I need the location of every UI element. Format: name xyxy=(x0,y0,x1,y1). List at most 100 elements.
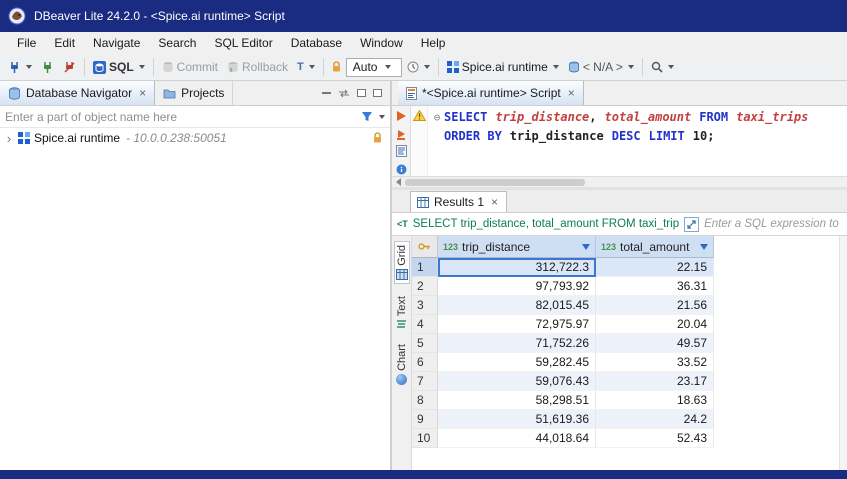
grid-cell[interactable]: 59,282.45 xyxy=(438,353,596,372)
grid-vertical-scrollbar[interactable] xyxy=(839,236,847,470)
grid-cell[interactable]: 36.31 xyxy=(596,277,714,296)
rollback-button[interactable]: Rollback xyxy=(223,58,292,76)
row-number[interactable]: 7 xyxy=(412,372,438,391)
link-editor-icon[interactable] xyxy=(338,89,350,98)
column-header-total-amount[interactable]: 123 total_amount xyxy=(596,236,714,258)
filter-expression-input[interactable] xyxy=(704,218,842,230)
row-number[interactable]: 2 xyxy=(412,277,438,296)
object-filter-input[interactable] xyxy=(5,110,357,124)
grid-row-1[interactable]: 1 312,722.3 22.15 xyxy=(412,258,847,277)
tab-sql-script[interactable]: *<Spice.ai runtime> Script × xyxy=(398,81,584,105)
title-bar[interactable]: DBeaver Lite 24.2.0 - <Spice.ai runtime>… xyxy=(0,0,847,32)
row-number[interactable]: 1 xyxy=(412,258,438,277)
commit-mode-select[interactable]: Auto xyxy=(346,58,402,77)
commit-button[interactable]: Commit xyxy=(158,58,222,76)
grid-cell[interactable]: 22.15 xyxy=(596,258,714,277)
grid-cell[interactable]: 97,793.92 xyxy=(438,277,596,296)
grid-cell[interactable]: 59,076.43 xyxy=(438,372,596,391)
row-number[interactable]: 8 xyxy=(412,391,438,410)
menu-sql-editor[interactable]: SQL Editor xyxy=(205,33,281,53)
sql-line-1[interactable]: ⊖ SELECT trip_distance , total_amount FR… xyxy=(430,108,847,127)
grid-cell[interactable]: 71,752.26 xyxy=(438,334,596,353)
results-view-tab-text[interactable]: Text xyxy=(395,293,409,332)
explain-plan-button[interactable] xyxy=(394,145,409,159)
scroll-left-icon[interactable] xyxy=(396,178,401,186)
grid-cell[interactable]: 20.04 xyxy=(596,315,714,334)
chevron-down-icon[interactable] xyxy=(379,115,385,119)
close-icon[interactable]: × xyxy=(568,87,575,99)
editor-horizontal-scrollbar[interactable] xyxy=(392,176,847,187)
results-view-tab-chart[interactable]: Chart xyxy=(395,341,409,388)
grid-row-2[interactable]: 2 97,793.92 36.31 xyxy=(412,277,847,296)
connection-tree-item[interactable]: › Spice.ai runtime - 10.0.0.238:50051 xyxy=(0,128,390,148)
row-number[interactable]: 3 xyxy=(412,296,438,315)
scrollbar-thumb[interactable] xyxy=(405,179,585,186)
grid-cell[interactable]: 33.52 xyxy=(596,353,714,372)
reconnect-button[interactable] xyxy=(37,59,58,76)
transaction-mode-button[interactable]: T xyxy=(293,59,319,75)
sql-code-area[interactable]: ⊖ SELECT trip_distance , total_amount FR… xyxy=(428,106,847,176)
grid-cell[interactable]: 312,722.3 xyxy=(438,258,596,277)
grid-cell[interactable]: 51,619.36 xyxy=(438,410,596,429)
connect-button[interactable] xyxy=(4,59,36,76)
tab-projects[interactable]: Projects xyxy=(155,81,233,105)
menu-navigate[interactable]: Navigate xyxy=(84,33,149,53)
sort-desc-icon[interactable] xyxy=(700,244,708,250)
sql-line-2[interactable]: ORDER BY trip_distance DESC LIMIT 10; xyxy=(430,127,847,146)
filter-funnel-icon[interactable] xyxy=(361,111,373,122)
execute-statement-button[interactable] xyxy=(394,109,409,123)
sort-desc-icon[interactable] xyxy=(582,244,590,250)
grid-cell[interactable]: 24.2 xyxy=(596,410,714,429)
grid-row-7[interactable]: 7 59,076.43 23.17 xyxy=(412,372,847,391)
minimize-icon[interactable] xyxy=(322,92,331,94)
menu-search[interactable]: Search xyxy=(149,33,205,53)
database-selector[interactable]: < N/A > xyxy=(564,58,638,76)
grid-cell[interactable]: 18.63 xyxy=(596,391,714,410)
grid-row-8[interactable]: 8 58,298.51 18.63 xyxy=(412,391,847,410)
custom-filter-icon[interactable]: <T xyxy=(397,219,408,229)
grid-cell[interactable]: 23.17 xyxy=(596,372,714,391)
close-icon[interactable]: × xyxy=(139,87,146,99)
grid-corner-cell[interactable] xyxy=(412,236,438,258)
grid-row-3[interactable]: 3 82,015.45 21.56 xyxy=(412,296,847,315)
expand-filter-panel-button[interactable] xyxy=(684,217,699,232)
restore-icon[interactable] xyxy=(373,89,382,97)
menu-database[interactable]: Database xyxy=(282,33,351,53)
search-button[interactable] xyxy=(647,59,678,75)
disconnect-button[interactable] xyxy=(59,59,80,76)
column-header-trip-distance[interactable]: 123 trip_distance xyxy=(438,236,596,258)
grid-row-9[interactable]: 9 51,619.36 24.2 xyxy=(412,410,847,429)
grid-cell[interactable]: 52.43 xyxy=(596,429,714,448)
fold-collapse-icon[interactable]: ⊖ xyxy=(430,108,444,127)
menu-file[interactable]: File xyxy=(8,33,45,53)
grid-cell[interactable]: 49.57 xyxy=(596,334,714,353)
output-button[interactable] xyxy=(394,162,409,176)
transaction-log-button[interactable] xyxy=(403,59,434,75)
results-view-tab-grid[interactable]: Grid xyxy=(394,241,410,284)
menu-help[interactable]: Help xyxy=(412,33,455,53)
grid-cell[interactable]: 44,018.64 xyxy=(438,429,596,448)
execute-script-button[interactable] xyxy=(394,127,409,141)
new-sql-editor-button[interactable]: SQL xyxy=(89,58,149,76)
grid-row-4[interactable]: 4 72,975.97 20.04 xyxy=(412,315,847,334)
tree-expander-icon[interactable]: › xyxy=(4,132,14,145)
maximize-icon[interactable] xyxy=(357,89,366,97)
connection-selector[interactable]: Spice.ai runtime xyxy=(443,58,563,76)
grid-row-10[interactable]: 10 44,018.64 52.43 xyxy=(412,429,847,448)
row-number[interactable]: 6 xyxy=(412,353,438,372)
grid-cell[interactable]: 21.56 xyxy=(596,296,714,315)
tab-results-1[interactable]: Results 1 × xyxy=(410,191,507,212)
menu-window[interactable]: Window xyxy=(351,33,412,53)
row-number[interactable]: 9 xyxy=(412,410,438,429)
grid-cell[interactable]: 58,298.51 xyxy=(438,391,596,410)
row-number[interactable]: 10 xyxy=(412,429,438,448)
grid-row-6[interactable]: 6 59,282.45 33.52 xyxy=(412,353,847,372)
grid-cell[interactable]: 72,975.97 xyxy=(438,315,596,334)
row-number[interactable]: 4 xyxy=(412,315,438,334)
grid-row-5[interactable]: 5 71,752.26 49.57 xyxy=(412,334,847,353)
tab-database-navigator[interactable]: Database Navigator × xyxy=(0,81,155,105)
row-number[interactable]: 5 xyxy=(412,334,438,353)
close-icon[interactable]: × xyxy=(491,196,498,208)
grid-cell[interactable]: 82,015.45 xyxy=(438,296,596,315)
menu-edit[interactable]: Edit xyxy=(45,33,84,53)
